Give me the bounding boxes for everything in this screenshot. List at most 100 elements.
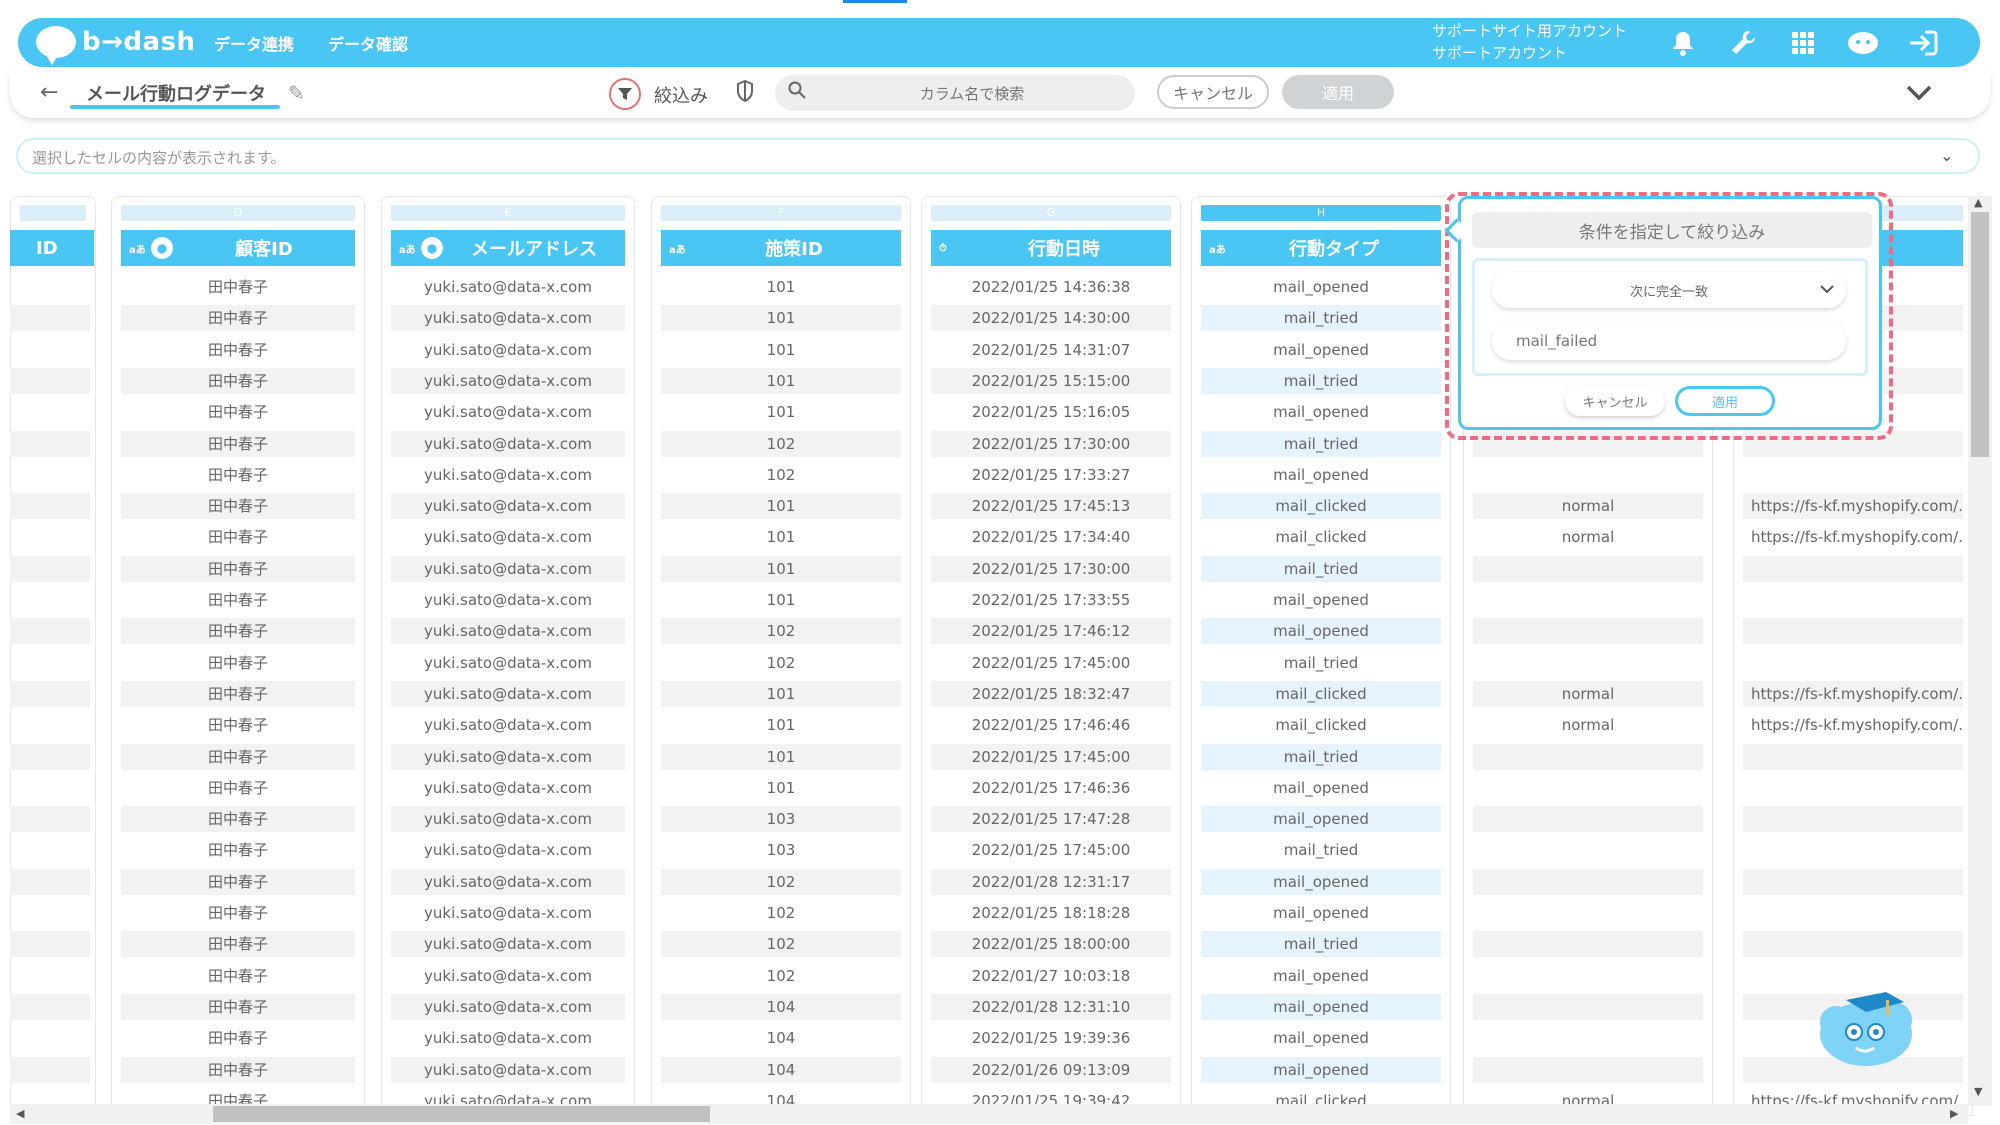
table-cell[interactable]: yuki.sato@data-x.com	[391, 712, 625, 738]
wrench-icon[interactable]	[1726, 26, 1760, 60]
grid-icon[interactable]	[1786, 26, 1820, 60]
table-cell[interactable]: 104	[661, 994, 901, 1020]
table-cell[interactable]	[10, 305, 90, 331]
table-cell[interactable]: mail_clicked	[1201, 524, 1441, 550]
filter-cancel-button[interactable]: キャンセル	[1565, 386, 1665, 416]
table-cell[interactable]: 101	[661, 337, 901, 363]
back-arrow-icon[interactable]: ←	[40, 80, 58, 105]
table-cell[interactable]: mail_opened	[1201, 1057, 1441, 1083]
table-cell[interactable]: yuki.sato@data-x.com	[391, 837, 625, 863]
table-cell[interactable]: 田中春子	[121, 1057, 355, 1083]
table-cell[interactable]: 101	[661, 681, 901, 707]
table-cell[interactable]: 田中春子	[121, 274, 355, 300]
table-cell[interactable]: https://fs-kf.myshopify.com/...	[1743, 712, 1963, 738]
table-cell[interactable]: 2022/01/25 17:46:46	[931, 712, 1171, 738]
table-cell[interactable]: mail_opened	[1201, 618, 1441, 644]
table-cell[interactable]: 田中春子	[121, 837, 355, 863]
nav-data-integration[interactable]: データ連携	[214, 31, 294, 55]
column-search-input[interactable]	[820, 75, 1124, 113]
table-cell[interactable]	[1473, 931, 1703, 957]
table-cell[interactable]	[1743, 744, 1963, 770]
table-cell[interactable]: yuki.sato@data-x.com	[391, 744, 625, 770]
table-cell[interactable]: 2022/01/25 18:00:00	[931, 931, 1171, 957]
table-cell[interactable]	[1743, 650, 1963, 676]
table-cell[interactable]: 2022/01/25 17:45:00	[931, 650, 1171, 676]
table-cell[interactable]: 101	[661, 775, 901, 801]
vertical-scroll-thumb[interactable]	[1971, 212, 1989, 457]
table-cell[interactable]: mail_opened	[1201, 399, 1441, 425]
table-cell[interactable]: 2022/01/25 17:45:00	[931, 837, 1171, 863]
table-cell[interactable]: 田中春子	[121, 337, 355, 363]
table-cell[interactable]: 田中春子	[121, 618, 355, 644]
table-cell[interactable]: 田中春子	[121, 462, 355, 488]
table-cell[interactable]: 2022/01/28 12:31:17	[931, 869, 1171, 895]
table-cell[interactable]	[10, 681, 90, 707]
chevron-down-icon[interactable]: ⌄	[1940, 146, 1953, 165]
column-letter[interactable]: D	[121, 205, 355, 221]
table-cell[interactable]: 田中春子	[121, 1025, 355, 1051]
bell-icon[interactable]	[1666, 26, 1700, 60]
table-cell[interactable]	[1473, 1025, 1703, 1051]
cell-content-bar[interactable]	[16, 138, 1980, 174]
table-cell[interactable]	[1473, 1057, 1703, 1083]
table-cell[interactable]: yuki.sato@data-x.com	[391, 806, 625, 832]
table-cell[interactable]: 2022/01/25 15:15:00	[931, 368, 1171, 394]
table-cell[interactable]: 101	[661, 524, 901, 550]
table-cell[interactable]	[10, 900, 90, 926]
nav-data-check[interactable]: データ確認	[328, 31, 408, 55]
table-cell[interactable]: 田中春子	[121, 775, 355, 801]
logout-icon[interactable]	[1906, 26, 1940, 60]
table-cell[interactable]: 2022/01/25 17:33:55	[931, 587, 1171, 613]
table-cell[interactable]: 102	[661, 462, 901, 488]
table-cell[interactable]	[10, 806, 90, 832]
table-cell[interactable]: yuki.sato@data-x.com	[391, 399, 625, 425]
table-cell[interactable]	[1473, 869, 1703, 895]
table-cell[interactable]: mail_opened	[1201, 462, 1441, 488]
table-cell[interactable]: yuki.sato@data-x.com	[391, 1025, 625, 1051]
filter-label[interactable]: 絞込み	[654, 82, 708, 108]
table-cell[interactable]: mail_opened	[1201, 337, 1441, 363]
filter-apply-button[interactable]: 適用	[1675, 386, 1775, 416]
shield-icon[interactable]	[736, 79, 754, 107]
scroll-left-arrow-icon[interactable]: ◀	[16, 1107, 24, 1120]
condition-select[interactable]: 次に完全一致	[1492, 272, 1846, 308]
table-cell[interactable]	[1473, 775, 1703, 801]
table-cell[interactable]: yuki.sato@data-x.com	[391, 681, 625, 707]
table-cell[interactable]: 101	[661, 556, 901, 582]
table-cell[interactable]: mail_tried	[1201, 305, 1441, 331]
table-cell[interactable]: 2022/01/25 18:18:28	[931, 900, 1171, 926]
table-cell[interactable]: 2022/01/25 14:36:38	[931, 274, 1171, 300]
table-cell[interactable]: yuki.sato@data-x.com	[391, 587, 625, 613]
table-cell[interactable]	[10, 1025, 90, 1051]
edit-icon[interactable]: ✎	[288, 81, 305, 105]
chevron-down-icon[interactable]	[1820, 280, 1834, 299]
table-cell[interactable]	[1743, 806, 1963, 832]
table-cell[interactable]: yuki.sato@data-x.com	[391, 900, 625, 926]
table-cell[interactable]: https://fs-kf.myshopify.com/...	[1743, 493, 1963, 519]
table-cell[interactable]: 103	[661, 806, 901, 832]
table-cell[interactable]: 2022/01/25 17:30:00	[931, 431, 1171, 457]
table-cell[interactable]	[1743, 587, 1963, 613]
table-cell[interactable]: https://fs-kf.myshopify.com/...	[1743, 681, 1963, 707]
table-cell[interactable]	[10, 744, 90, 770]
table-cell[interactable]: yuki.sato@data-x.com	[391, 556, 625, 582]
table-cell[interactable]: yuki.sato@data-x.com	[391, 274, 625, 300]
table-cell[interactable]	[10, 399, 90, 425]
column-letter[interactable]: E	[391, 205, 625, 221]
table-cell[interactable]: mail_opened	[1201, 274, 1441, 300]
table-cell[interactable]: 2022/01/25 14:30:00	[931, 305, 1171, 331]
table-cell[interactable]: 101	[661, 712, 901, 738]
table-cell[interactable]: 田中春子	[121, 744, 355, 770]
table-cell[interactable]: 2022/01/27 10:03:18	[931, 963, 1171, 989]
table-cell[interactable]: 田中春子	[121, 963, 355, 989]
table-cell[interactable]: 2022/01/25 17:33:27	[931, 462, 1171, 488]
table-cell[interactable]	[1473, 963, 1703, 989]
mascot-icon[interactable]	[1846, 26, 1880, 60]
table-cell[interactable]: 102	[661, 431, 901, 457]
cancel-button[interactable]: キャンセル	[1157, 75, 1269, 109]
table-cell[interactable]: yuki.sato@data-x.com	[391, 618, 625, 644]
table-cell[interactable]: 101	[661, 274, 901, 300]
table-cell[interactable]: normal	[1473, 493, 1703, 519]
table-cell[interactable]	[1743, 775, 1963, 801]
table-cell[interactable]: mail_opened	[1201, 963, 1441, 989]
